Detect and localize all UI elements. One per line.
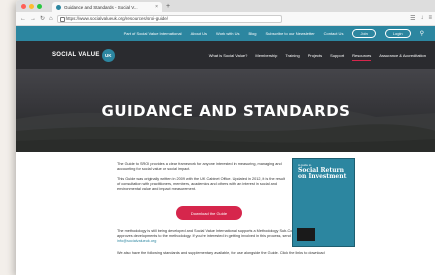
hero-banner: GUIDANCE AND STANDARDS bbox=[16, 69, 435, 152]
url-text: https://www.socialvalueuk.org/resources/… bbox=[65, 16, 168, 21]
logo-text: SOCIAL VALUE bbox=[52, 52, 100, 58]
address-bar-row: ← → ↻ ⌂ https://www.socialvalueuk.org/re… bbox=[16, 12, 435, 26]
page-title: GUIDANCE AND STANDARDS bbox=[101, 101, 351, 120]
nav-item-social-value[interactable]: What is Social Value? bbox=[209, 53, 248, 58]
nav-item-support[interactable]: Support bbox=[330, 53, 344, 58]
tab-title: Guidance and Standards - Social V... bbox=[64, 4, 138, 10]
home-icon[interactable]: ⌂ bbox=[49, 16, 53, 22]
browser-tab[interactable]: Guidance and Standards - Social V... × bbox=[52, 2, 162, 12]
tab-close-icon[interactable]: × bbox=[155, 4, 158, 10]
nav-item-assurance[interactable]: Assurance & Accreditation bbox=[379, 53, 426, 58]
email-link[interactable]: info@socialvalueuk.org bbox=[117, 239, 156, 243]
cover-logo-block bbox=[297, 228, 315, 241]
standards-paragraph: We also have the following standards and… bbox=[117, 251, 325, 255]
search-icon[interactable]: ⚲ bbox=[420, 30, 424, 37]
topbar-link-blog[interactable]: Blog bbox=[249, 31, 257, 36]
login-button[interactable]: Login bbox=[384, 29, 411, 38]
site-logo[interactable]: SOCIAL VALUE UK bbox=[52, 48, 115, 62]
maximize-window-button[interactable] bbox=[37, 3, 42, 9]
favicon-icon bbox=[56, 4, 61, 10]
join-button[interactable]: Join bbox=[352, 29, 376, 38]
menu-icon[interactable]: ≡ bbox=[428, 15, 432, 22]
intro-paragraph: The Guide to SROI provides a clear frame… bbox=[117, 162, 282, 171]
window-controls bbox=[21, 3, 42, 9]
utility-bar: Part of Social Value International About… bbox=[16, 26, 435, 41]
new-tab-button[interactable]: + bbox=[166, 3, 170, 10]
guide-cover-image[interactable]: A guide to Social Return on Investment bbox=[292, 158, 355, 247]
back-icon[interactable]: ← bbox=[20, 16, 26, 22]
close-window-button[interactable] bbox=[21, 3, 26, 9]
topbar-link-work[interactable]: Work with Us bbox=[216, 31, 239, 36]
history-paragraph: This Guide was originally written in 200… bbox=[117, 177, 285, 191]
cover-title: Social Return on Investment bbox=[298, 167, 347, 180]
download-guide-button[interactable]: Download the Guide bbox=[176, 206, 242, 220]
browser-window: Guidance and Standards - Social V... × +… bbox=[16, 0, 435, 275]
nav-item-resources[interactable]: Resources bbox=[352, 53, 372, 61]
reload-icon[interactable]: ↻ bbox=[40, 15, 45, 22]
forward-icon[interactable]: → bbox=[30, 16, 36, 22]
minimize-window-button[interactable] bbox=[29, 3, 34, 9]
topbar-link-contact[interactable]: Contact Us bbox=[324, 31, 344, 36]
downloads-icon[interactable]: ↓ bbox=[420, 15, 423, 22]
nav-item-training[interactable]: Training bbox=[285, 53, 299, 58]
nav-item-projects[interactable]: Projects bbox=[308, 53, 322, 58]
nav-item-membership[interactable]: Membership bbox=[255, 53, 277, 58]
lock-icon bbox=[59, 17, 65, 22]
main-nav: SOCIAL VALUE UK What is Social Value? Me… bbox=[16, 41, 435, 69]
url-input[interactable]: https://www.socialvalueuk.org/resources/… bbox=[56, 14, 282, 23]
tab-bar: Guidance and Standards - Social V... × + bbox=[16, 0, 435, 12]
topbar-link-newsletter[interactable]: Subscribe to our Newsletter bbox=[266, 31, 315, 36]
bookmarks-icon[interactable]: ☰ bbox=[410, 15, 415, 22]
topbar-link-svi[interactable]: Part of Social Value International bbox=[124, 31, 182, 36]
main-content: The Guide to SROI provides a clear frame… bbox=[16, 152, 435, 275]
logo-badge: UK bbox=[101, 48, 115, 62]
topbar-link-about[interactable]: About Us bbox=[191, 31, 207, 36]
